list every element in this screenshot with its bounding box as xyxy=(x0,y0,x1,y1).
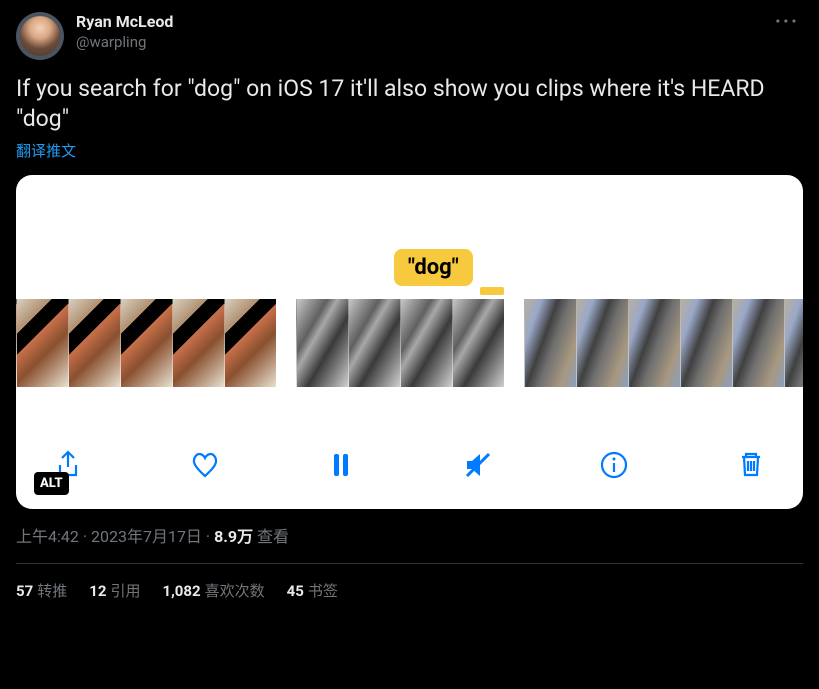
avatar[interactable] xyxy=(16,12,64,60)
clip-group[interactable] xyxy=(16,299,276,387)
search-tooltip: "dog" xyxy=(394,249,473,286)
trash-icon[interactable] xyxy=(735,449,767,481)
clip-thumb[interactable] xyxy=(576,299,628,387)
translate-link[interactable]: 翻译推文 xyxy=(16,140,76,161)
views-label: 查看 xyxy=(257,527,289,546)
tweet-meta[interactable]: 上午4:42 · 2023年7月17日 · 8.9万 查看 xyxy=(16,523,803,547)
clip-thumb[interactable] xyxy=(400,299,452,387)
retweets-label: 转推 xyxy=(37,582,67,600)
clip-thumb[interactable] xyxy=(68,299,120,387)
clip-group[interactable] xyxy=(524,299,803,387)
media-toolbar xyxy=(16,421,803,509)
clip-thumb[interactable] xyxy=(452,299,504,387)
info-icon[interactable] xyxy=(598,449,630,481)
clip-thumb[interactable] xyxy=(120,299,172,387)
likes-label: 喜欢次数 xyxy=(205,582,265,600)
more-icon[interactable]: ··· xyxy=(771,12,803,30)
clip-thumb[interactable] xyxy=(348,299,400,387)
tweet-container: Ryan McLeod @warpling ··· If you search … xyxy=(0,0,819,613)
clip-thumb[interactable] xyxy=(16,299,68,387)
quotes-count: 12 xyxy=(89,582,106,600)
clip-thumb[interactable] xyxy=(680,299,732,387)
video-timeline[interactable] xyxy=(16,299,803,387)
bookmarks-count: 45 xyxy=(287,582,304,600)
bookmarks-stat[interactable]: 45书签 xyxy=(287,580,338,601)
heart-icon[interactable] xyxy=(189,449,221,481)
clip-thumb[interactable] xyxy=(524,299,576,387)
clip-thumb[interactable] xyxy=(628,299,680,387)
clip-group[interactable] xyxy=(296,299,504,387)
likes-stat[interactable]: 1,082 喜欢次数 xyxy=(162,580,264,601)
retweets-count: 57 xyxy=(16,582,33,600)
divider xyxy=(16,563,803,564)
stats-row: 57转推 12引用 1,082 喜欢次数 45书签 xyxy=(16,580,803,601)
clip-thumb[interactable] xyxy=(172,299,224,387)
display-name: Ryan McLeod xyxy=(76,12,759,32)
quotes-stat[interactable]: 12引用 xyxy=(89,580,140,601)
likes-count: 1,082 xyxy=(162,582,200,600)
quotes-label: 引用 xyxy=(110,582,140,600)
clip-thumb[interactable] xyxy=(296,299,348,387)
clip-thumb[interactable] xyxy=(732,299,784,387)
clip-thumb[interactable] xyxy=(224,299,276,387)
tweet-text: If you search for "dog" on iOS 17 it'll … xyxy=(16,74,803,134)
tweet-header: Ryan McLeod @warpling ··· xyxy=(16,12,803,60)
alt-badge[interactable]: ALT xyxy=(34,472,69,495)
pause-icon[interactable] xyxy=(325,449,357,481)
user-handle: @warpling xyxy=(76,32,759,52)
mute-icon[interactable] xyxy=(462,449,494,481)
clip-thumb[interactable] xyxy=(784,299,803,387)
tweet-date: 2023年7月17日 xyxy=(91,527,202,546)
bookmarks-label: 书签 xyxy=(308,582,338,600)
tweet-time: 上午4:42 xyxy=(16,527,79,546)
retweets-stat[interactable]: 57转推 xyxy=(16,580,67,601)
views-count: 8.9万 xyxy=(214,527,253,546)
playhead-marker xyxy=(480,287,504,295)
media-card[interactable]: "dog" xyxy=(16,175,803,509)
user-block[interactable]: Ryan McLeod @warpling xyxy=(76,12,759,52)
